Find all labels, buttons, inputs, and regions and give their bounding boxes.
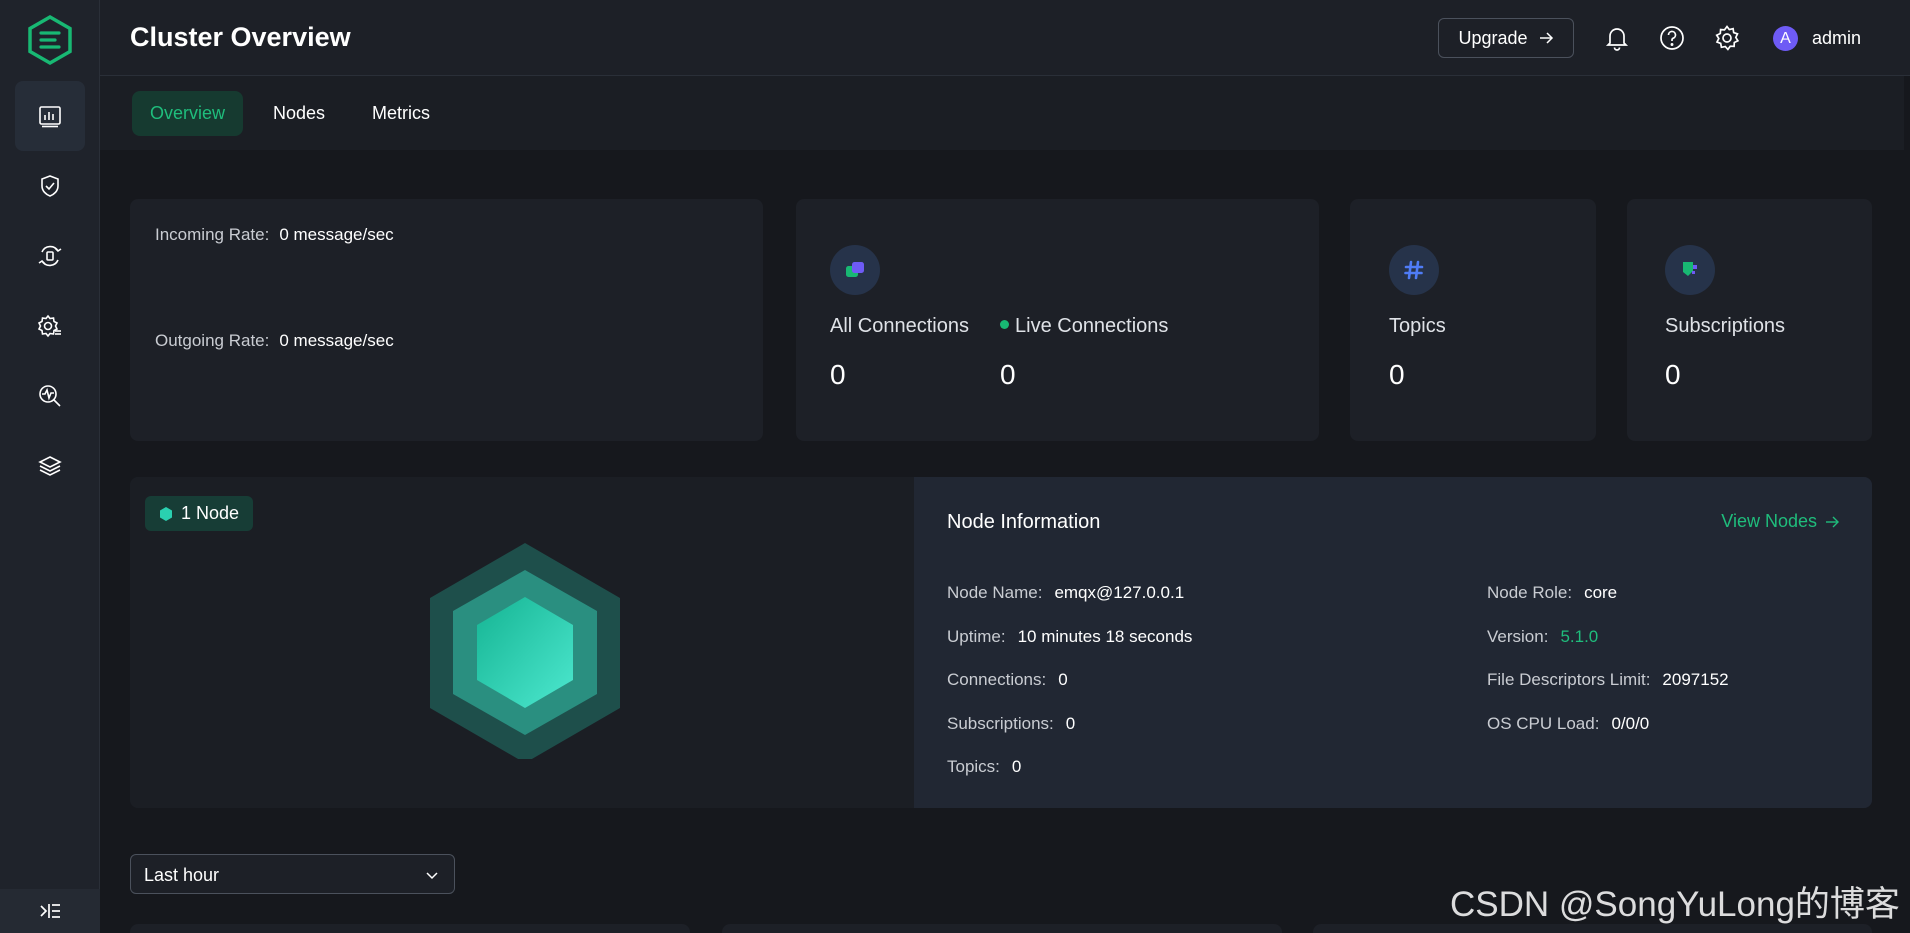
tab-nodes[interactable]: Nodes (266, 91, 332, 136)
field-label: Topics: (947, 757, 1000, 776)
incoming-rate-value: 0 message/sec (279, 225, 394, 244)
time-range-select[interactable]: Last hour (130, 854, 455, 894)
field-label: Connections: (947, 670, 1047, 689)
field-value: 2097152 (1662, 670, 1729, 689)
sidebar (0, 0, 100, 933)
field-value: 5.1.0 (1560, 627, 1599, 646)
arrow-right-icon (1826, 516, 1839, 527)
field-value: 0 (1011, 757, 1022, 776)
version-row: Version: 5.1.0 (1487, 627, 1598, 647)
node-name-row: Node Name: emqx@127.0.0.1 (947, 583, 1184, 603)
node-panel: 1 Node Node Information View Nodes Node … (130, 477, 1872, 808)
message-rate-card: Incoming Rate: 0 message/sec Outgoing Rat… (130, 199, 763, 441)
tab-overview[interactable]: Overview (132, 91, 243, 136)
sidebar-item-extensions[interactable] (15, 431, 85, 501)
uptime-row: Uptime: 10 minutes 18 seconds (947, 627, 1192, 647)
topics-row: Topics: 0 (947, 757, 1021, 777)
help-icon[interactable] (1658, 24, 1686, 52)
upgrade-button[interactable]: Upgrade (1438, 18, 1574, 58)
avatar[interactable]: A (1773, 26, 1798, 51)
node-role-row: Node Role: core (1487, 583, 1617, 603)
page-title: Cluster Overview (130, 22, 351, 52)
connections-card: All Connections Live Connections 0 0 (796, 199, 1319, 441)
node-topology: 1 Node (130, 477, 914, 808)
upgrade-label: Upgrade (1458, 27, 1528, 48)
field-label: Node Name: (947, 583, 1043, 602)
field-label: OS CPU Load: (1487, 714, 1600, 733)
metric-chart-card (722, 924, 1282, 933)
scrollbar[interactable] (1904, 76, 1910, 933)
field-value: 0 (1058, 670, 1068, 689)
fd-limit-row: File Descriptors Limit: 2097152 (1487, 670, 1729, 690)
collapse-menu-icon (40, 904, 60, 918)
sidebar-item-integration[interactable] (15, 221, 85, 291)
node-information: Node Information View Nodes Node Name: em… (914, 477, 1872, 808)
topics-card: Topics 0 (1350, 199, 1596, 441)
topics-value: 0 (1389, 359, 1405, 390)
topics-label: Topics (1389, 315, 1446, 337)
connections-icon (830, 245, 880, 295)
dashboard-icon (39, 106, 61, 128)
field-label: Uptime: (947, 627, 1006, 646)
field-label: Version: (1487, 627, 1549, 646)
emqx-logo-icon[interactable] (24, 14, 76, 66)
node-hexagon-icon[interactable] (425, 539, 625, 759)
metric-chart-card (130, 924, 690, 933)
node-info-title: Node Information (947, 511, 1101, 533)
sidebar-item-dashboard[interactable] (15, 81, 85, 151)
arrow-right-icon (1539, 32, 1553, 44)
node-hex-icon (159, 506, 172, 521)
field-label: File Descriptors Limit: (1487, 670, 1651, 689)
view-nodes-link[interactable]: View Nodes (1721, 511, 1839, 532)
field-value: 0 (1065, 714, 1076, 733)
watermark: CSDN @SongYuLong的博客 (1450, 885, 1900, 924)
node-count-label: 1 Node (180, 503, 240, 523)
live-connections-label: Live Connections (1000, 315, 1168, 338)
field-value: core (1584, 583, 1618, 602)
live-status-dot (1000, 320, 1009, 330)
tab-metrics[interactable]: Metrics (364, 91, 438, 136)
subscriptions-icon (1665, 245, 1715, 295)
bell-icon[interactable] (1603, 24, 1631, 52)
cpu-load-row: OS CPU Load: 0/0/0 (1487, 714, 1649, 734)
collapse-sidebar-button[interactable] (0, 889, 100, 933)
shield-icon (41, 175, 59, 197)
username[interactable]: admin (1812, 28, 1861, 49)
incoming-rate-label: Incoming Rate: (155, 225, 270, 244)
incoming-rate: Incoming Rate: 0 message/sec (155, 225, 394, 245)
field-label: Node Role: (1487, 583, 1573, 602)
live-connections-value: 0 (1000, 359, 1016, 390)
sidebar-item-diagnose[interactable] (15, 361, 85, 431)
live-connections-text: Live Connections (1015, 315, 1169, 337)
subscriptions-label: Subscriptions (1665, 315, 1786, 337)
field-label: Subscriptions: (947, 714, 1054, 733)
connections-row: Connections: 0 (947, 670, 1068, 690)
outgoing-rate: Outgoing Rate: 0 message/sec (155, 331, 394, 351)
management-gear-icon (37, 314, 61, 338)
tab-bar: Overview Nodes Metrics (100, 76, 1910, 150)
hash-icon (1389, 245, 1439, 295)
view-nodes-label: View Nodes (1721, 511, 1817, 531)
sidebar-item-management[interactable] (15, 291, 85, 361)
time-range-value: Last hour (144, 865, 220, 885)
outgoing-rate-value: 0 message/sec (279, 331, 394, 350)
field-value: 0/0/0 (1611, 714, 1650, 733)
subscriptions-card: Subscriptions 0 (1627, 199, 1872, 441)
sidebar-item-access-control[interactable] (15, 151, 85, 221)
chevron-down-icon (426, 872, 438, 880)
diagnose-icon (39, 385, 61, 407)
top-header: Cluster Overview Upgrade A admin (100, 0, 1910, 76)
all-connections-label: All Connections (830, 315, 969, 337)
node-count-badge: 1 Node (145, 496, 253, 531)
settings-gear-icon[interactable] (1713, 24, 1741, 52)
extensions-layers-icon (38, 456, 62, 476)
field-value: emqx@127.0.0.1 (1054, 583, 1185, 602)
subscriptions-row: Subscriptions: 0 (947, 714, 1075, 734)
all-connections-value: 0 (830, 359, 846, 390)
outgoing-rate-label: Outgoing Rate: (155, 331, 270, 350)
subscriptions-value: 0 (1665, 359, 1681, 390)
field-value: 10 minutes 18 seconds (1017, 627, 1193, 646)
data-integration-icon (38, 245, 62, 267)
